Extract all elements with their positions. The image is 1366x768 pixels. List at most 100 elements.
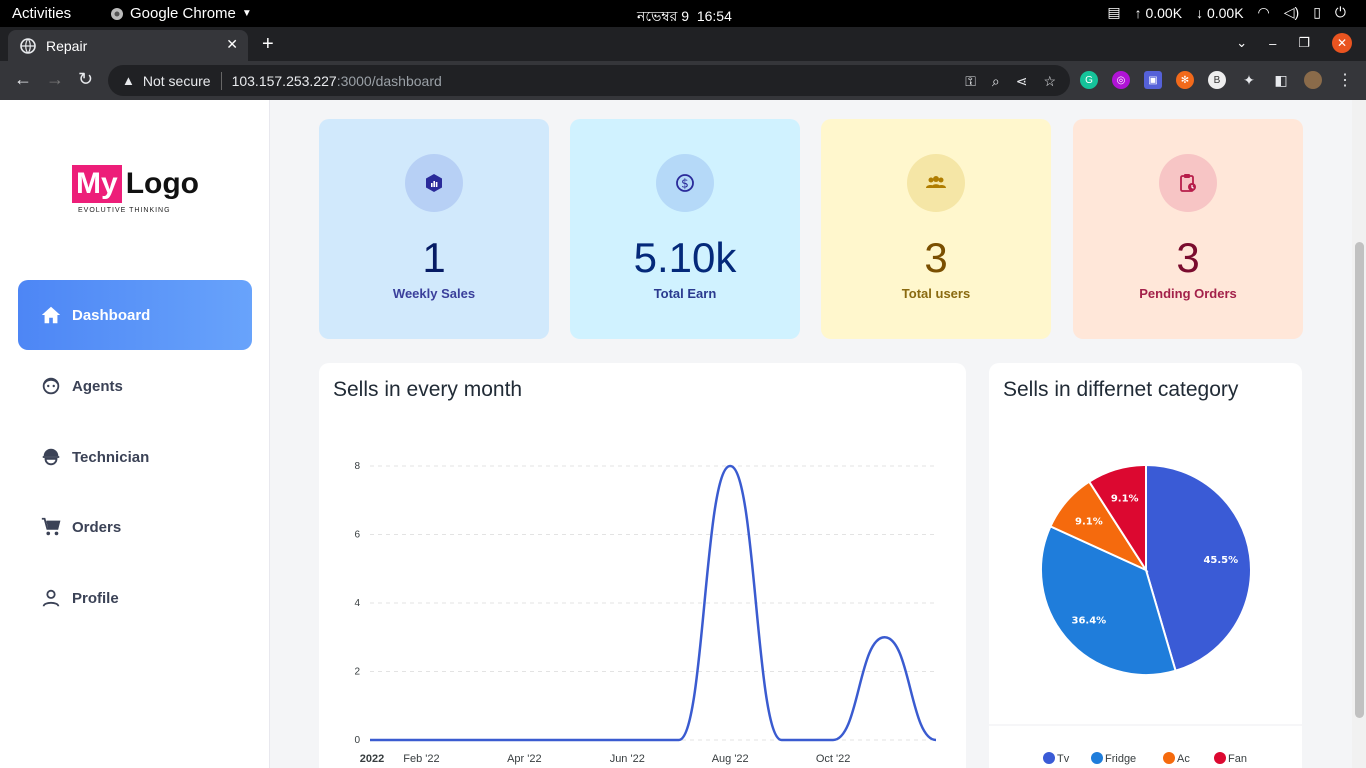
extension-icons: G ◎ ▣ ✻ B ✦ ◧ ⋮ <box>1080 71 1354 89</box>
maximize-button[interactable]: ❐ <box>1298 35 1310 51</box>
battery-icon[interactable]: ▯ <box>1313 4 1321 21</box>
x-tick-label: Oct '22 <box>816 753 851 765</box>
stat-value: 3 <box>1176 234 1200 281</box>
legend-label[interactable]: Fridge <box>1105 753 1136 765</box>
stat-value: 1 <box>422 234 446 281</box>
tab-search-icon[interactable]: ⌄ <box>1236 35 1247 51</box>
legend-marker <box>1214 752 1226 764</box>
extension-purple-icon[interactable]: ◎ <box>1112 71 1130 89</box>
sidebar-item-label: Agents <box>72 377 123 395</box>
cart-icon <box>41 517 61 536</box>
not-secure-label[interactable]: Not secure <box>143 73 211 89</box>
power-icon[interactable]: ⏻ <box>1335 4 1346 21</box>
grammarly-icon[interactable]: G <box>1080 71 1098 89</box>
stat-icon-circle <box>405 154 463 212</box>
stat-card-total-earn: $ 5.10k Total Earn <box>570 119 800 339</box>
tab-repair[interactable]: Repair ✕ <box>8 30 248 61</box>
legend-label[interactable]: Fan <box>1228 753 1247 765</box>
sidebar-item-agents[interactable]: Agents <box>18 351 252 421</box>
close-window-button[interactable]: ✕ <box>1332 33 1352 53</box>
globe-icon <box>20 37 36 54</box>
browser-toolbar: ← → ↻ ▲ Not secure 103.157.253.227:3000/… <box>0 61 1366 100</box>
legend-label[interactable]: Ac <box>1177 753 1190 765</box>
back-button[interactable]: ← <box>14 69 32 90</box>
forward-button[interactable]: → <box>46 69 64 90</box>
puzzle-icon[interactable]: ✦ <box>1240 71 1258 89</box>
sidebar-item-label: Profile <box>72 589 119 607</box>
side-panel-icon[interactable]: ◧ <box>1272 71 1290 89</box>
clock[interactable]: নভেম্বর 9 16:54 <box>637 5 732 29</box>
category-sales-panel: Sells in differnet category 45.5% 36.4% 9.… <box>989 363 1302 768</box>
kebab-menu-icon[interactable]: ⋮ <box>1336 71 1354 89</box>
slice-label: 9.1% <box>1075 516 1103 527</box>
clipboard-clock-icon <box>1180 174 1196 192</box>
url-host: 103.157.253.227 <box>231 72 337 89</box>
window-controls: ⌄ – ❐ ✕ <box>1236 33 1352 53</box>
clock-date: নভেম্বর 9 <box>637 8 690 24</box>
close-tab-icon[interactable]: ✕ <box>226 36 238 53</box>
warning-icon[interactable]: ▲ <box>122 73 135 88</box>
extension-screen-icon[interactable]: ▣ <box>1144 71 1162 89</box>
avatar[interactable] <box>1304 71 1322 89</box>
clipboard-icon[interactable]: ▤ <box>1107 4 1120 21</box>
os-top-bar: Activities Google Chrome ▼ নভেম্বর 9 16:… <box>0 0 1366 27</box>
wifi-icon[interactable]: ◠ <box>1258 4 1270 21</box>
key-icon[interactable]: ⚿ <box>965 73 976 90</box>
logo-tagline: EVOLUTIVE THINKING <box>78 207 171 214</box>
app-menu[interactable]: Google Chrome ▼ <box>110 5 252 22</box>
y-tick-label: 2 <box>354 667 360 678</box>
sidebar-item-technician[interactable]: Technician <box>18 422 252 492</box>
y-tick-label: 8 <box>354 461 360 472</box>
tab-strip: Repair ✕ + ⌄ – ❐ ✕ <box>0 27 1366 61</box>
users-icon <box>926 176 946 188</box>
technician-icon <box>42 448 60 466</box>
stat-value: 5.10k <box>633 234 737 281</box>
user-icon <box>42 589 60 607</box>
sidebar-item-orders[interactable]: Orders <box>18 492 252 562</box>
x-tick-label: Feb '22 <box>403 753 439 765</box>
page-scrollbar[interactable] <box>1352 100 1366 768</box>
stat-label: Weekly Sales <box>392 286 476 301</box>
legend-marker <box>1091 752 1103 764</box>
page: My Logo EVOLUTIVE THINKING Dashboard Age… <box>0 100 1366 768</box>
star-icon[interactable]: ☆ <box>1043 73 1056 90</box>
address-bar[interactable]: ▲ Not secure 103.157.253.227:3000/dashbo… <box>108 65 1070 96</box>
chrome-icon <box>111 7 123 20</box>
new-tab-button[interactable]: + <box>262 33 274 56</box>
sidebar-item-dashboard[interactable]: Dashboard <box>18 280 252 350</box>
extension-orange-icon[interactable]: ✻ <box>1176 71 1194 89</box>
dollar-icon: $ <box>676 174 694 192</box>
minimize-button[interactable]: – <box>1269 36 1276 51</box>
sidebar: My Logo EVOLUTIVE THINKING Dashboard Age… <box>0 100 270 768</box>
net-down: ↓ 0.00K <box>1196 4 1244 21</box>
logo-text: Logo <box>125 167 199 200</box>
chevron-down-icon: ▼ <box>241 8 252 19</box>
slice-label: 9.1% <box>1111 493 1139 504</box>
reload-button[interactable]: ↻ <box>78 69 93 90</box>
scrollbar-thumb[interactable] <box>1355 242 1364 718</box>
stat-card-pending-orders: 3 Pending Orders <box>1073 119 1303 339</box>
volume-icon[interactable]: ◁) <box>1284 4 1299 21</box>
sidebar-item-profile[interactable]: Profile <box>18 563 252 633</box>
net-up: ↑ 0.00K <box>1134 4 1183 21</box>
clock-time: 16:54 <box>696 8 732 24</box>
stat-label: Total users <box>901 286 971 301</box>
slice-label: 45.5% <box>1203 555 1238 566</box>
zoom-icon[interactable]: ⌕ <box>992 73 1000 90</box>
url-path: :3000/dashboard <box>336 72 442 89</box>
extension-b-icon[interactable]: B <box>1208 71 1226 89</box>
legend-marker <box>1043 752 1055 764</box>
stat-icon-circle: $ <box>656 154 714 212</box>
y-tick-label: 4 <box>354 598 360 609</box>
legend-label[interactable]: Tv <box>1057 753 1070 765</box>
sidebar-item-label: Dashboard <box>72 306 151 324</box>
activities-button[interactable]: Activities <box>12 5 71 22</box>
system-tray[interactable]: ▤ ↑ 0.00K ↓ 0.00K ◠ ◁) ▯ ⏻ <box>1107 4 1346 21</box>
y-tick-label: 6 <box>354 530 360 541</box>
x-tick-label: Apr '22 <box>507 753 542 765</box>
agent-icon <box>42 377 60 395</box>
stat-value: 3 <box>924 234 948 281</box>
logo[interactable]: My Logo EVOLUTIVE THINKING <box>72 165 199 214</box>
share-icon[interactable]: ⋖ <box>1016 73 1028 90</box>
legend-marker <box>1163 752 1175 764</box>
